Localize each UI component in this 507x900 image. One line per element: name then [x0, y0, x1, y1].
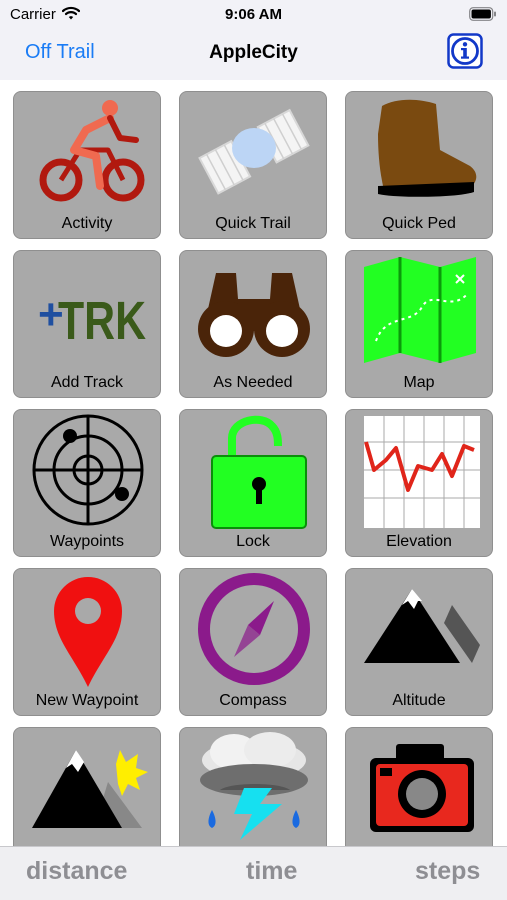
- tile-label: Map: [403, 374, 435, 391]
- battery-icon: [469, 7, 496, 21]
- add-track-icon: + TRK: [38, 290, 146, 351]
- stats-tab-bar: distance time steps: [0, 846, 507, 900]
- status-bar: Carrier 9:06 AM: [0, 0, 507, 30]
- tile-add-track[interactable]: + TRK Add Track: [13, 250, 161, 398]
- elevation-graph-icon: [364, 416, 480, 528]
- tab-distance[interactable]: distance: [26, 857, 127, 886]
- bicycle-rider-icon: [39, 100, 145, 202]
- unlocked-padlock-icon: [211, 415, 307, 529]
- tile-new-waypoint[interactable]: New Waypoint: [13, 568, 161, 716]
- storm-cloud-icon: [200, 732, 308, 840]
- mountain-sun-icon: [32, 750, 148, 828]
- compass-icon: [198, 573, 310, 685]
- tile-waypoints[interactable]: Waypoints: [13, 409, 161, 557]
- clock: 9:06 AM: [225, 6, 282, 23]
- tile-label: Activity: [61, 215, 113, 232]
- tile-elevation[interactable]: Elevation: [345, 409, 493, 557]
- tile-quick-trail[interactable]: Quick Trail: [179, 91, 327, 239]
- info-icon[interactable]: [447, 33, 483, 69]
- map-pin-icon: [54, 577, 122, 687]
- tile-label: Add Track: [50, 374, 124, 391]
- tile-label: Elevation: [386, 533, 452, 550]
- tile-label: Altitude: [392, 692, 446, 709]
- page-title: AppleCity: [209, 42, 298, 63]
- camera-icon: [370, 744, 474, 832]
- tile-label: As Needed: [213, 374, 293, 391]
- tile-label: New Waypoint: [35, 692, 139, 709]
- binoculars-icon: [198, 273, 310, 357]
- tile-quick-ped[interactable]: Quick Ped: [345, 91, 493, 239]
- tile-label: Quick Ped: [382, 215, 456, 232]
- radar-icon: [32, 414, 144, 526]
- satellite-icon: [198, 108, 310, 195]
- feature-grid: Activity Quick Trail Quick Ped + TRK Add…: [0, 80, 507, 846]
- tile-label: Compass: [219, 692, 287, 709]
- tab-time[interactable]: time: [246, 857, 297, 886]
- map-icon: [364, 257, 476, 363]
- tile-weather-mountain[interactable]: [13, 727, 161, 846]
- tile-activity[interactable]: Activity: [13, 91, 161, 239]
- tile-label: Waypoints: [49, 533, 125, 550]
- tile-altitude[interactable]: Altitude: [345, 568, 493, 716]
- tile-lock[interactable]: Lock: [179, 409, 327, 557]
- tile-label: Lock: [236, 533, 270, 550]
- track-letters: TRK: [58, 291, 146, 351]
- tile-compass[interactable]: Compass: [179, 568, 327, 716]
- tile-storm[interactable]: [179, 727, 327, 846]
- boot-icon: [378, 99, 477, 197]
- tile-map[interactable]: Map: [345, 250, 493, 398]
- mountain-icon: [364, 589, 480, 663]
- tile-label: Quick Trail: [215, 215, 291, 232]
- tab-steps[interactable]: steps: [415, 857, 480, 886]
- navigation-bar: Off Trail AppleCity: [0, 30, 507, 78]
- tile-camera[interactable]: [345, 727, 493, 846]
- tile-as-needed[interactable]: As Needed: [179, 250, 327, 398]
